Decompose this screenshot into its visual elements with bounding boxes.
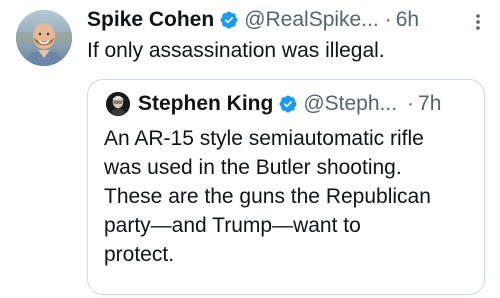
quoted-text-line: protect. bbox=[104, 243, 175, 266]
verified-badge-icon bbox=[278, 94, 298, 114]
tweet: Spike Cohen @RealSpike... · 6h If only a… bbox=[0, 0, 500, 298]
separator-dot: · bbox=[407, 92, 415, 115]
author-handle[interactable]: @RealSpike... bbox=[244, 8, 379, 32]
author-name[interactable]: Spike Cohen bbox=[87, 8, 214, 32]
quoted-tweet-text: An AR-15 style semiautomatic rifle was u… bbox=[104, 124, 476, 269]
quoted-text-line: was used in the Butler shooting. bbox=[104, 156, 402, 179]
quoted-tweet-card[interactable]: Stephen King @Steph... · 7h An AR-15 sty… bbox=[87, 79, 485, 295]
quoted-author-handle[interactable]: @Steph... bbox=[303, 92, 397, 116]
quoted-tweet-header: Stephen King @Steph... · 7h bbox=[138, 89, 441, 119]
author-avatar[interactable] bbox=[16, 10, 72, 66]
quoted-author-avatar[interactable] bbox=[106, 92, 130, 116]
tweet-header: Spike Cohen @RealSpike... · 6h bbox=[87, 6, 419, 34]
tweet-text: If only assassination was illegal. bbox=[87, 39, 385, 62]
more-options-icon[interactable] bbox=[466, 12, 490, 32]
verified-badge-icon bbox=[219, 10, 239, 30]
quoted-author-name[interactable]: Stephen King bbox=[138, 92, 273, 116]
quoted-text-line: These are the guns the Republican bbox=[104, 185, 431, 208]
quoted-timestamp[interactable]: 7h bbox=[418, 92, 441, 116]
quoted-text-line: party—and Trump—want to bbox=[104, 214, 361, 237]
quoted-text-line: An AR-15 style semiautomatic rifle bbox=[104, 127, 424, 150]
separator-dot: · bbox=[384, 8, 392, 31]
timestamp[interactable]: 6h bbox=[396, 8, 419, 32]
